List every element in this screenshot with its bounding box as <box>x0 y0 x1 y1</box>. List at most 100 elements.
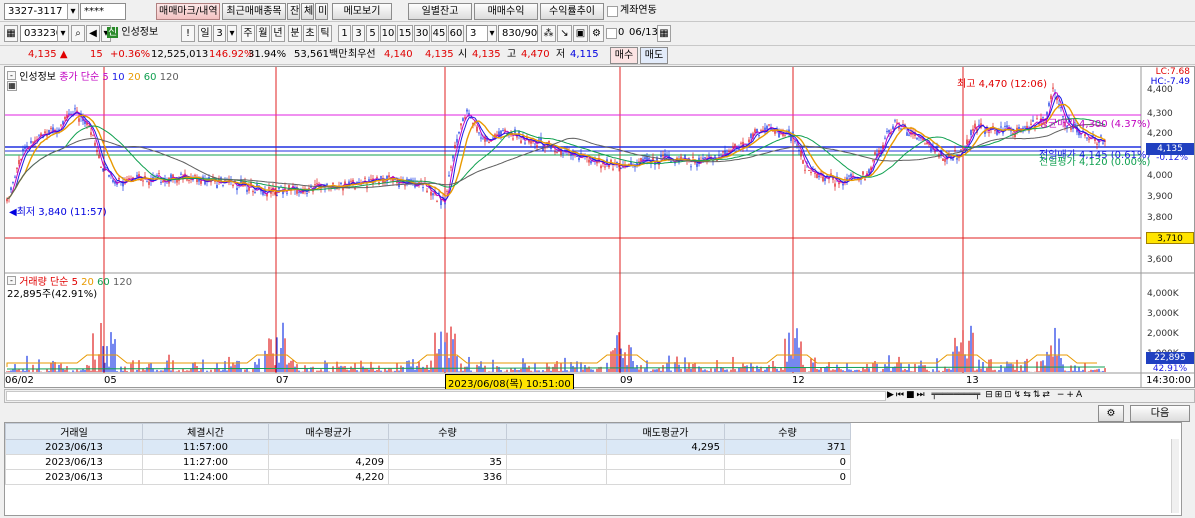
candle-body <box>32 141 34 143</box>
drawing-tools-icons[interactable]: ⊟⊞⊡↯⇆⇅⇄ <box>985 390 1052 400</box>
profit-trend-button[interactable]: 수익률추이 <box>540 3 604 20</box>
custom-interval-field[interactable]: 3 <box>466 25 488 42</box>
trade-mark-query-tab[interactable]: 매매마크/내역 조회 <box>156 3 220 20</box>
candle-body <box>1004 125 1006 127</box>
volume-bar <box>566 370 568 372</box>
interval-5-button[interactable]: 5 <box>366 25 379 42</box>
volume-bar <box>956 346 958 372</box>
volume-bar <box>266 353 268 372</box>
interval-1-button[interactable]: 1 <box>338 25 351 42</box>
volume-bar <box>632 361 634 372</box>
interval-45-button[interactable]: 45 <box>431 25 447 42</box>
scroll-track[interactable] <box>6 391 886 401</box>
candle-body <box>702 157 704 160</box>
account-dropdown-button[interactable]: ▾ <box>67 3 79 20</box>
candle-body <box>314 184 316 186</box>
second-button[interactable]: 초 <box>303 25 317 42</box>
cell-date: 2023/06/13 <box>5 439 143 455</box>
calendar-icon[interactable]: ▦ <box>657 25 671 42</box>
cell-sell-qty: 0 <box>724 469 851 485</box>
scroll-right-icon[interactable]: ▶ <box>887 390 896 400</box>
date-checkbox[interactable] <box>606 28 617 39</box>
zoom-slider[interactable]: ╤═══════╤ <box>932 390 981 400</box>
day-count-dropdown[interactable]: ▾ <box>227 25 237 42</box>
interval-10-button[interactable]: 10 <box>380 25 396 42</box>
volume-bar <box>680 369 682 372</box>
font-size-icon[interactable]: A <box>1076 390 1084 400</box>
unfilled-button[interactable]: 미 <box>315 3 328 20</box>
interval-60-button[interactable]: 60 <box>448 25 464 42</box>
code-dropdown-button[interactable]: ▾ <box>57 25 69 42</box>
panel-menu-icon[interactable]: ▦ <box>7 81 17 91</box>
password-field[interactable]: **** <box>80 3 126 20</box>
volume-bar <box>834 369 836 372</box>
table-scrollbar[interactable] <box>1171 439 1179 513</box>
x-label-09: 09 <box>620 375 633 386</box>
volume-bar <box>464 366 466 372</box>
table-row[interactable]: 2023/06/13 11:57:00 4,295 371 <box>5 439 851 455</box>
account-link-checkbox[interactable] <box>607 6 618 17</box>
alert-button[interactable]: ! <box>181 25 195 42</box>
interval-15-button[interactable]: 15 <box>397 25 413 42</box>
minute-chart[interactable]: 4,400 4,300 4,200 4,000 3,900 3,800 3,600 4,000… <box>4 66 1195 388</box>
volume-bar <box>548 366 550 372</box>
memo-view-button[interactable]: 메모보기 <box>332 3 392 20</box>
volume-bar <box>910 371 912 372</box>
volume-bar <box>612 350 614 372</box>
table-row[interactable]: 2023/06/13 11:27:00 4,209 35 0 <box>5 454 851 470</box>
daily-balance-button[interactable]: 일별잔고 <box>408 3 472 20</box>
executed-button[interactable]: 체 <box>301 3 314 20</box>
grid-icon[interactable]: ▦ <box>4 25 18 42</box>
candle-body <box>520 140 522 144</box>
chart-canvas[interactable]: 4,4004,3004,2004,0003,9003,8003,6004,000… <box>5 67 1194 387</box>
recent-trades-button[interactable]: 최근매매종목 <box>222 3 286 20</box>
volume-bar <box>992 370 994 372</box>
gear-icon[interactable]: ⚙ <box>589 25 604 42</box>
custom-interval-dropdown[interactable]: ▾ <box>487 25 497 42</box>
save-icon[interactable]: ▣ <box>573 25 588 42</box>
search-icon[interactable]: ⌕ <box>71 25 85 42</box>
interval-30-button[interactable]: 30 <box>414 25 430 42</box>
table-row[interactable]: 2023/06/13 11:24:00 4,220 336 0 <box>5 469 851 485</box>
minute-button[interactable]: 분 <box>288 25 302 42</box>
x-label-0602: 06/02 <box>5 375 34 386</box>
display-range-field[interactable]: 830/900 <box>498 25 538 42</box>
month-button[interactable]: 월 <box>256 25 270 42</box>
day-count-field[interactable]: 3 <box>213 25 226 42</box>
buy-button[interactable]: 매수 <box>610 47 638 64</box>
sell-button[interactable]: 매도 <box>640 47 668 64</box>
volume-collapse-icon[interactable]: - <box>7 276 16 285</box>
balance-button[interactable]: 잔 <box>287 3 300 20</box>
panel-collapse-icon[interactable]: - <box>7 71 16 80</box>
speaker-icon[interactable]: ◀ <box>86 25 100 42</box>
chart-scrollbar[interactable]: ▶⏮■⏭ ╤═══════╤ ⊟⊞⊡↯⇆⇅⇄ −+A <box>4 389 1195 403</box>
candle-body <box>268 187 270 189</box>
volume-bar <box>816 369 818 372</box>
next-button[interactable]: 다음 <box>1130 405 1190 422</box>
indicator-icon[interactable]: ⁂ <box>541 25 556 42</box>
volume-bar <box>218 368 220 372</box>
week-button[interactable]: 주 <box>241 25 255 42</box>
trade-profit-button[interactable]: 매매수익 <box>474 3 538 20</box>
zoom-in-icon[interactable]: + <box>1066 390 1076 400</box>
interval-3-button[interactable]: 3 <box>352 25 365 42</box>
volume-bar <box>324 360 326 372</box>
first-icon[interactable]: ⏮ <box>896 390 906 400</box>
zoom-out-icon[interactable]: − <box>1057 390 1067 400</box>
stop-icon[interactable]: ■ <box>906 390 917 400</box>
date-field[interactable]: 06/13 <box>626 25 658 42</box>
settings-gear-icon[interactable]: ⚙ <box>1098 405 1124 422</box>
last-icon[interactable]: ⏭ <box>917 390 927 400</box>
candle-body <box>590 160 592 164</box>
stock-code-field[interactable]: 033230 <box>20 25 58 42</box>
tick-button[interactable]: 틱 <box>318 25 332 42</box>
volume-bar <box>880 371 882 372</box>
candle-body <box>810 171 812 173</box>
account-number-field[interactable]: 3327-3117 <box>4 3 68 20</box>
candle-body <box>944 158 946 162</box>
draw-tool-icon[interactable]: ↘ <box>557 25 572 42</box>
day-button[interactable]: 일 <box>198 25 212 42</box>
volume-bar <box>1104 368 1106 372</box>
candle-body <box>1000 126 1002 128</box>
year-button[interactable]: 년 <box>271 25 285 42</box>
